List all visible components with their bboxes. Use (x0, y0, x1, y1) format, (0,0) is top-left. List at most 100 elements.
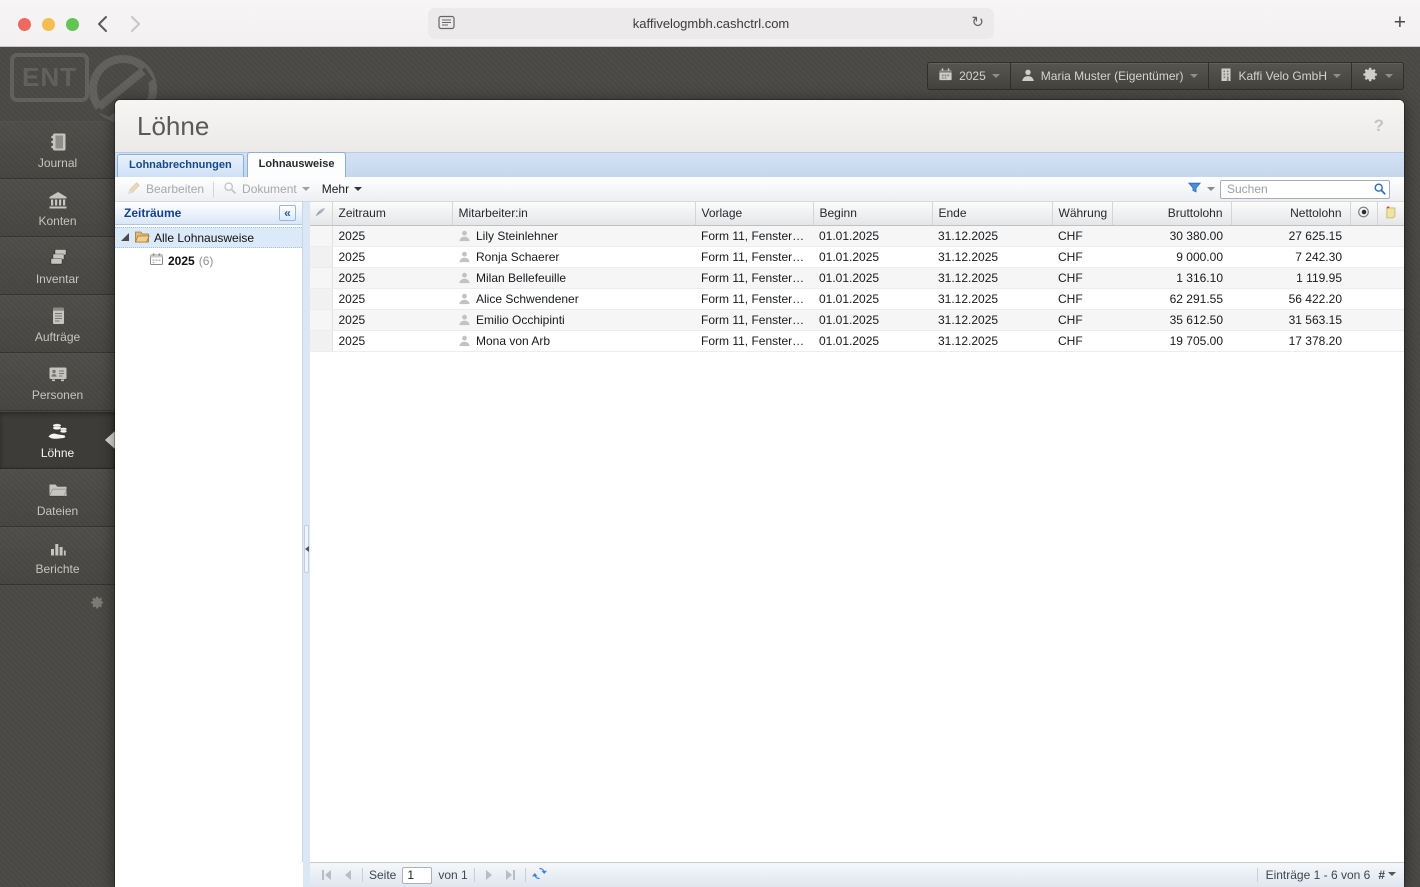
table-row[interactable]: 2025 Alice Schwendener Form 11, Fenster … (310, 288, 1404, 310)
tree-node-alle-lohnausweise[interactable]: Alle Lohnausweise (115, 227, 302, 248)
table-row[interactable]: 2025 Mona von Arb Form 11, Fenster rech.… (310, 330, 1404, 352)
help-icon[interactable]: ? (1374, 116, 1384, 136)
browser-forward-button[interactable] (125, 14, 145, 34)
sidebar-item-label: Journal (37, 155, 78, 170)
sidebar-gear-icon[interactable] (90, 595, 105, 615)
cell-zeitraum: 2025 (332, 246, 452, 268)
column-header-zeitraum[interactable]: Zeitraum (332, 202, 453, 226)
column-header-bruttolohn[interactable]: Bruttolohn (1112, 202, 1232, 226)
column-header-nettolohn[interactable]: Nettolohn (1231, 202, 1351, 226)
sidebar-item-journal[interactable]: Journal (0, 121, 115, 179)
cell-bruttolohn: 35 612.50 (1112, 309, 1231, 331)
row-selector-cell (310, 330, 333, 352)
edit-button[interactable]: Bearbeiten (121, 179, 210, 200)
page-number-input[interactable] (402, 866, 433, 884)
page-of-label: von 1 (438, 868, 468, 882)
refresh-icon[interactable] (531, 866, 547, 884)
previous-page-button[interactable] (340, 867, 356, 883)
column-header-vorlage[interactable]: Vorlage (695, 202, 814, 226)
cell-ende: 31.12.2025 (932, 288, 1052, 310)
sidebar-item-loehne[interactable]: Löhne (0, 411, 115, 469)
person-icon (459, 251, 470, 263)
sidebar-item-auftraege[interactable]: Aufträge (0, 295, 115, 353)
reader-icon[interactable] (438, 15, 455, 36)
cell-mitarbeiter: Emilio Occhipinti (452, 309, 695, 331)
column-header-attachment[interactable] (310, 202, 333, 226)
sidebar-item-konten[interactable]: Konten (0, 179, 115, 237)
caret-down-icon (1333, 74, 1341, 82)
splitter-handle[interactable] (304, 525, 309, 573)
table-row[interactable]: 2025 Emilio Occhipinti Form 11, Fenster … (310, 309, 1404, 331)
cell-vorlage: Form 11, Fenster rech... (695, 288, 813, 310)
reload-icon[interactable]: ↻ (971, 13, 984, 31)
column-header-ende[interactable]: Ende (932, 202, 1053, 226)
main-panel: Löhne ? Lohnabrechnungen Lohnausweise Be… (115, 100, 1404, 887)
tree-expander-icon[interactable] (121, 231, 130, 245)
fiscal-year-button[interactable]: 2025 (927, 62, 1010, 90)
settings-menu-button[interactable] (1351, 62, 1404, 90)
browser-back-button[interactable] (92, 14, 112, 34)
tab-strip: Lohnabrechnungen Lohnausweise (115, 152, 1404, 177)
hash-label: # (1378, 868, 1385, 882)
company-menu-button[interactable]: Kaffi Velo GmbH (1207, 62, 1351, 90)
first-page-button[interactable] (318, 867, 334, 883)
cell-mitarbeiter: Alice Schwendener (452, 288, 695, 310)
company-name-label: Kaffi Velo GmbH (1238, 69, 1328, 83)
tab-lohnausweise[interactable]: Lohnausweise (246, 152, 347, 177)
more-button[interactable]: Mehr (316, 179, 368, 200)
cell-bruttolohn: 62 291.55 (1112, 288, 1231, 310)
row-number-toggle-button[interactable]: # (1378, 868, 1396, 882)
paging-separator (362, 868, 363, 882)
last-page-button[interactable] (503, 867, 519, 883)
column-header-waehrung[interactable]: Währung (1052, 202, 1113, 226)
filter-icon[interactable] (1187, 181, 1202, 198)
toolbar: Bearbeiten Dokument Mehr (115, 177, 1404, 202)
person-icon (459, 230, 470, 242)
cell-mitarbeiter: Mona von Arb (452, 330, 695, 352)
cell-visibility (1350, 309, 1377, 331)
collapse-panel-button[interactable]: « (279, 205, 296, 221)
tab-lohnabrechnungen[interactable]: Lohnabrechnungen (117, 154, 244, 177)
cell-waehrung: CHF (1052, 225, 1112, 247)
column-header-beginn[interactable]: Beginn (813, 202, 933, 226)
cell-vorlage: Form 11, Fenster link... (695, 267, 813, 289)
search-icon[interactable] (1373, 182, 1387, 199)
paging-separator (524, 868, 526, 882)
sidebar-item-personen[interactable]: Personen (0, 353, 115, 411)
document-button[interactable]: Dokument (217, 179, 316, 200)
table-row[interactable]: 2025 Lily Steinlehner Form 11, Fenster r… (310, 225, 1404, 247)
cell-zeitraum: 2025 (332, 330, 452, 352)
sidebar-item-label: Inventar (35, 271, 80, 286)
user-menu-button[interactable]: Maria Muster (Eigentümer) (1009, 62, 1208, 90)
sidebar-item-inventar[interactable]: Inventar (0, 237, 115, 295)
cell-zeitraum: 2025 (332, 225, 452, 247)
caret-down-icon[interactable] (1207, 187, 1215, 195)
column-header-notes[interactable] (1377, 202, 1404, 226)
window-minimize-button[interactable] (42, 17, 55, 31)
next-page-button[interactable] (481, 867, 497, 883)
cell-bruttolohn: 9 000.00 (1112, 246, 1231, 268)
cell-beginn: 01.01.2025 (813, 330, 932, 352)
window-close-button[interactable] (18, 17, 31, 31)
sidebar-item-berichte[interactable]: Berichte (0, 527, 115, 585)
cell-nettolohn: 7 242.30 (1231, 246, 1350, 268)
column-header-visibility[interactable] (1350, 202, 1378, 226)
address-bar[interactable]: kaffivelogmbh.cashctrl.com ↻ (428, 8, 994, 39)
table-row[interactable]: 2025 Milan Bellefeuille Form 11, Fenster… (310, 267, 1404, 289)
new-tab-button[interactable]: + (1394, 11, 1406, 35)
search-input[interactable] (1220, 179, 1390, 199)
window-zoom-button[interactable] (66, 17, 79, 31)
cell-waehrung: CHF (1052, 330, 1112, 352)
cell-waehrung: CHF (1052, 309, 1112, 331)
column-header-mitarbeiter[interactable]: Mitarbeiter:in (452, 202, 696, 226)
cell-nettolohn: 17 378.20 (1231, 330, 1350, 352)
sidebar-item-label: Personen (31, 387, 84, 402)
tree-node-2025[interactable]: 2025 (6) (115, 250, 302, 271)
sidebar-item-dateien[interactable]: Dateien (0, 469, 115, 527)
table-row[interactable]: 2025 Ronja Schaerer Form 11, Fenster rec… (310, 246, 1404, 268)
cell-notes (1377, 246, 1404, 268)
user-icon (1021, 68, 1035, 85)
paging-toolbar: Seite von 1 Einträge 1 - 6 von 6 # (310, 862, 1404, 887)
journal-icon (47, 131, 69, 153)
panel-splitter[interactable] (303, 202, 310, 887)
